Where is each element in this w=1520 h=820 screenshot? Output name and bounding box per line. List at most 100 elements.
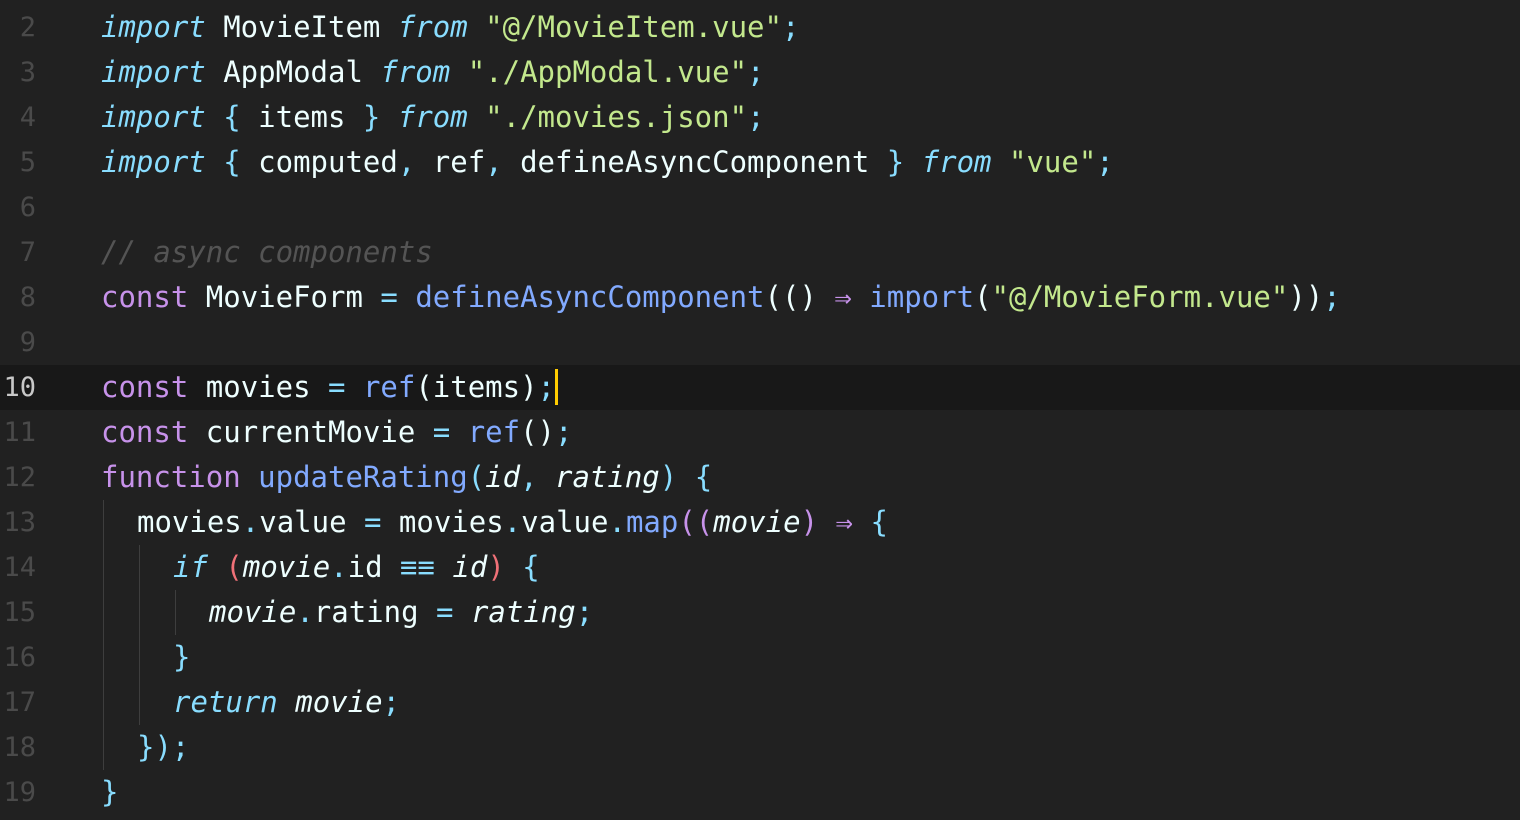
line-number: 6	[19, 192, 36, 223]
line-number: 18	[3, 732, 36, 763]
indent-guide	[103, 545, 104, 590]
code-token: // async components	[101, 235, 433, 269]
code-token: AppModal	[205, 55, 381, 89]
line-number: 3	[19, 57, 36, 88]
code-line[interactable]: 6	[0, 185, 1520, 230]
code-line[interactable]: 4 import { items } from "./movies.json";	[0, 95, 1520, 140]
code-text: });	[137, 725, 189, 770]
code-line[interactable]: 18});	[0, 725, 1520, 770]
code-token: ;	[537, 370, 556, 404]
code-token: from	[921, 145, 992, 179]
code-token: rating	[555, 460, 660, 494]
code-token: =	[432, 415, 451, 449]
code-token: movies	[381, 505, 504, 539]
code-token: const	[101, 415, 189, 449]
code-token: ;	[171, 730, 190, 764]
code-line[interactable]: 13 movies.value = movies.value.map((movie…	[0, 500, 1520, 545]
line-number: 8	[19, 282, 36, 313]
line-number: 7	[19, 237, 36, 268]
code-line[interactable]: 17 return movie;	[0, 680, 1520, 725]
code-token: )	[659, 460, 678, 494]
indent-guide	[103, 635, 104, 680]
line-number: 14	[3, 552, 36, 583]
code-token: "vue"	[1008, 145, 1097, 179]
code-token: const	[101, 280, 189, 314]
code-token: ,	[485, 145, 503, 179]
code-token: =	[364, 505, 382, 539]
code-line[interactable]: 8 const MovieForm = defineAsyncComponent(…	[0, 275, 1520, 320]
code-text: movie.rating = rating;	[209, 590, 593, 635]
code-token: ref	[415, 145, 486, 179]
code-token: =	[436, 595, 454, 629]
code-token: )	[487, 550, 505, 584]
code-line[interactable]: 3 import AppModal from "./AppModal.vue";	[0, 50, 1520, 95]
code-token: {	[694, 460, 713, 494]
code-token: from	[397, 10, 468, 44]
line-number: 11	[3, 417, 36, 448]
code-token: ;	[747, 100, 765, 134]
code-token: value	[521, 505, 609, 539]
code-token: defineAsyncComponent	[502, 145, 887, 179]
code-line[interactable]: 14 if (movie.id ≡≡ id) {	[0, 545, 1520, 590]
code-token: movie	[209, 595, 297, 629]
indent-guide	[103, 500, 104, 545]
code-line[interactable]: 10 const movies = ref(items);	[0, 365, 1520, 410]
line-number: 17	[3, 687, 36, 718]
code-token: id	[452, 550, 488, 584]
code-line[interactable]: 12 function updateRating(id, rating) {	[0, 455, 1520, 500]
code-line[interactable]: 5 import { computed, ref, defineAsyncComp…	[0, 140, 1520, 185]
code-token: .	[608, 505, 626, 539]
code-line[interactable]: 2 import MovieItem from "@/MovieItem.vue"…	[0, 5, 1520, 50]
text-cursor	[555, 369, 559, 405]
code-line[interactable]: 7 // async components	[0, 230, 1520, 275]
line-number: 2	[19, 12, 36, 43]
code-token: ,	[397, 145, 416, 179]
indent-guide	[103, 680, 104, 725]
code-line[interactable]: 16}	[0, 635, 1520, 680]
code-line[interactable]: 9	[0, 320, 1520, 365]
code-token: ≡≡	[400, 550, 435, 584]
code-editor[interactable]: 2 import MovieItem from "@/MovieItem.vue"…	[0, 0, 1520, 820]
code-token: ;	[1096, 145, 1114, 179]
code-token: {	[223, 145, 241, 179]
code-line[interactable]: 15 movie.rating = rating;	[0, 590, 1520, 635]
code-token: (	[225, 550, 243, 584]
line-number: 12	[3, 462, 36, 493]
code-token: "@/MovieItem.vue"	[485, 10, 782, 44]
code-token: ⇒	[834, 280, 852, 314]
code-token: ))	[1288, 280, 1324, 314]
code-token: ;	[382, 685, 401, 719]
code-text: movies.value = movies.value.map((movie) …	[137, 500, 888, 545]
code-token: .	[330, 550, 348, 584]
code-line[interactable]: 11 const currentMovie = ref();	[0, 410, 1520, 455]
code-line[interactable]: 19}	[0, 770, 1520, 815]
code-token: defineAsyncComponent	[415, 280, 765, 314]
code-text: import MovieItem from "@/MovieItem.vue";	[101, 5, 799, 50]
code-text: import { computed, ref, defineAsyncCompo…	[101, 140, 1114, 185]
code-text: }	[173, 635, 190, 680]
code-token: "@/MovieForm.vue"	[991, 280, 1289, 314]
code-token: rating	[470, 595, 576, 629]
code-text: import AppModal from "./AppModal.vue";	[101, 50, 765, 95]
code-token: .	[296, 595, 314, 629]
code-token: ;	[575, 595, 594, 629]
code-token: const	[101, 370, 189, 404]
indent-guide	[103, 725, 104, 770]
code-token: (()	[764, 280, 835, 314]
code-token: MovieItem	[205, 10, 398, 44]
code-token: ((	[678, 505, 714, 539]
code-token: ;	[555, 415, 573, 449]
code-token: if	[173, 550, 208, 584]
code-token: .	[503, 505, 522, 539]
indent-guide	[139, 680, 140, 725]
indent-guide	[139, 635, 140, 680]
code-token: "./movies.json"	[485, 100, 748, 134]
indent-guide	[139, 590, 140, 635]
